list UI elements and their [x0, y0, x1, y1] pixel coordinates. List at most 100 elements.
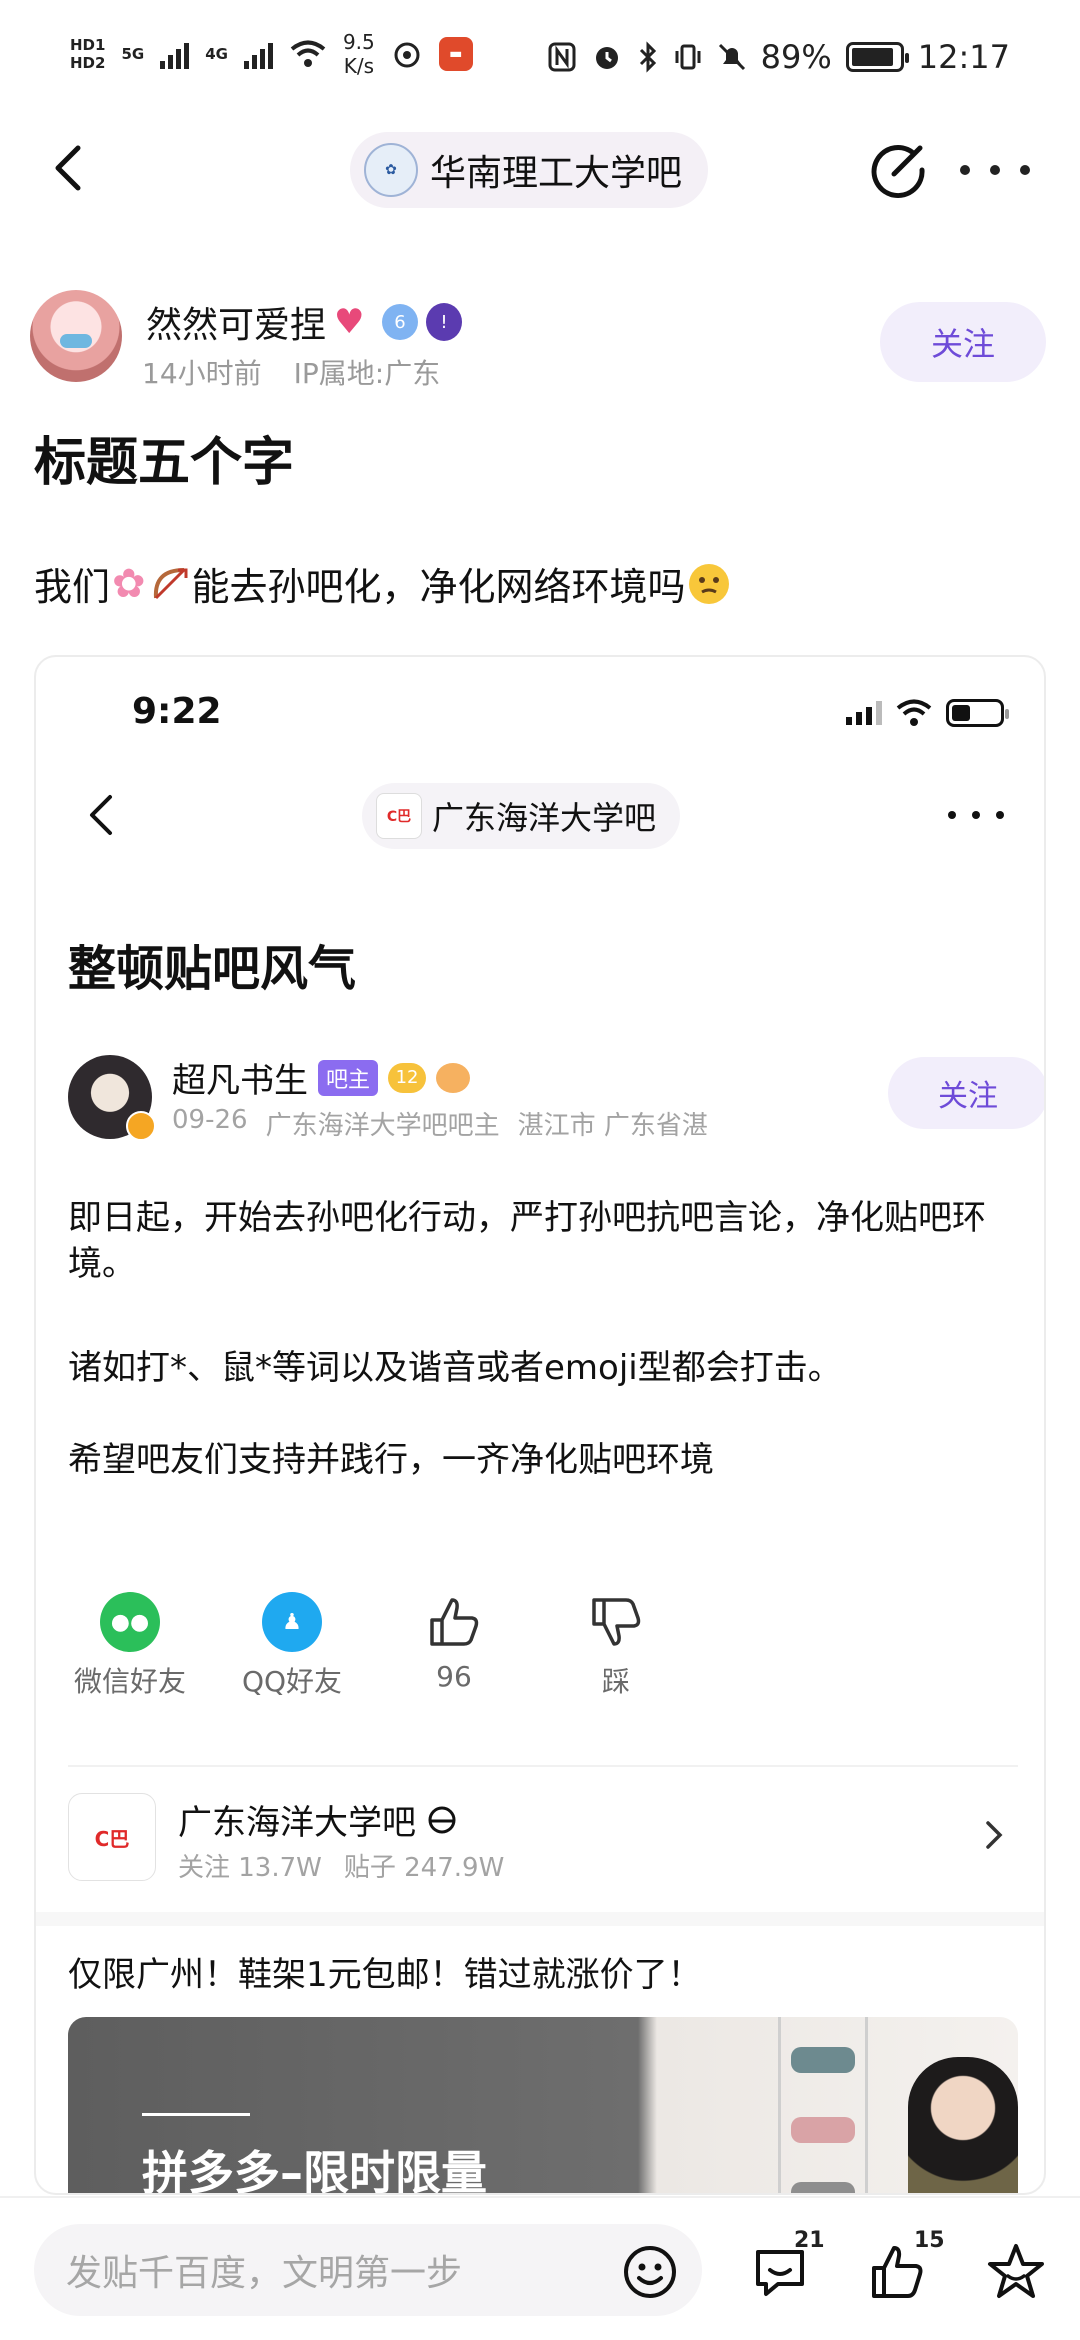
hd-top: HD1: [70, 36, 106, 54]
shot-post-title: 整顿贴吧风气: [68, 941, 357, 997]
shot-dislike-label: 踩: [601, 1665, 630, 1698]
author-name[interactable]: 然然可爱捏: [146, 296, 326, 348]
signal-icon-2: [243, 39, 273, 69]
thumbs-up-icon: [430, 1598, 479, 1646]
ip-location: IP属地:广东: [293, 357, 441, 390]
person-image: [908, 2057, 1018, 2193]
shot-forum-name: 广东海洋大学吧: [432, 799, 657, 837]
bluetooth-icon: [639, 41, 656, 73]
chevron-right-icon: [986, 1821, 1003, 1849]
follow-button[interactable]: 关注: [880, 302, 1046, 382]
level-badge: 6: [382, 304, 419, 340]
shot-date: 09-26: [172, 1105, 248, 1135]
vibrate-icon: [675, 44, 701, 70]
battery-icon: [845, 42, 909, 72]
post-body: 我们 ✿ 能去孙吧化，净化网络环境吗: [34, 556, 732, 611]
speed-value: 9.5: [342, 30, 375, 54]
alarm-icon: [595, 47, 618, 69]
cherry-blossom-icon: ✿: [112, 560, 146, 607]
shot-level-badge: 12: [388, 1062, 427, 1093]
shot-more-icon: [948, 807, 1004, 823]
medal-icon: !: [426, 303, 463, 341]
shot-paragraph-2: 诸如打*、鼠*等词以及谐音或者emoji型都会打击。: [68, 1348, 842, 1388]
share-edit-icon[interactable]: [866, 138, 930, 202]
shot-back-icon: [90, 795, 112, 835]
post-time: 14小时前: [142, 357, 262, 390]
shot-battery-icon: [946, 699, 1009, 727]
shoe-rack-image: [778, 2017, 868, 2193]
shot-role-desc: 广东海洋大学吧吧主: [265, 1111, 500, 1141]
shot-author-meta: 09-26 广东海洋大学吧吧主 湛江市 广东省湛: [172, 1105, 708, 1142]
hd-bottom: HD2: [70, 54, 106, 72]
comment-input[interactable]: 发贴千百度，文明第一步: [34, 2224, 702, 2316]
shot-forum-card-name-row: 广东海洋大学吧: [178, 1795, 458, 1844]
share-qq-label: QQ好友: [241, 1665, 343, 1698]
embedded-screenshot[interactable]: 9:22 C巴 广东海洋大学吧 整顿贴吧风气 超凡书生 吧主 12 09-26 …: [34, 655, 1046, 2195]
share-wechat: ●● 微信好友: [40, 1592, 220, 1700]
shot-location: 湛江市 广东省湛: [517, 1111, 708, 1141]
forum-logo-icon: ✿: [364, 143, 418, 197]
shot-forum-posts: 贴子 247.9W: [343, 1853, 505, 1883]
shot-status-bar: 9:22: [36, 657, 1044, 757]
post-author: 然然可爱捏 ♥ 6 ! 14小时前 IP属地:广东 关注: [30, 290, 1050, 400]
back-arrow-icon[interactable]: [44, 138, 94, 198]
wifi-icon: [290, 40, 326, 67]
ad-banner-text: 拼多多–限时限量: [142, 2146, 487, 2195]
sparkle-heart-icon: ♥: [334, 302, 365, 342]
ad-line: [142, 2113, 250, 2116]
emoji-icon[interactable]: [622, 2244, 678, 2300]
status-left: HD1 HD2 5G 4G 9.5 K/s ▬: [70, 30, 473, 78]
wechat-icon: ●●: [100, 1592, 160, 1652]
shot-paragraph-1: 即日起，开始去孙吧化行动，严打孙吧抗吧言论，净化贴吧环境。: [68, 1198, 986, 1284]
shot-wifi-icon: [896, 699, 932, 726]
top-nav: ✿ 华南理工大学吧: [0, 120, 1080, 220]
thumbs-down-icon: [592, 1598, 641, 1646]
shot-author-name-row: 超凡书生 吧主 12: [172, 1053, 471, 1102]
more-menu-icon[interactable]: [960, 150, 1030, 190]
shot-medal-icon: [436, 1062, 471, 1093]
comment-count: 21: [794, 2228, 825, 2253]
post-title: 标题五个字: [34, 433, 295, 493]
author-meta: 14小时前 IP属地:广东: [142, 352, 440, 392]
network-5g: 5G: [121, 45, 145, 63]
shot-section-gap: [36, 1912, 1044, 1926]
shot-divider: [68, 1765, 1018, 1767]
forum-badge-icon: [428, 1806, 456, 1833]
star-icon[interactable]: [984, 2240, 1048, 2304]
speed-unit: K/s: [343, 54, 374, 78]
ad-title: 仅限广州！鞋架1元包邮！错过就涨价了！: [68, 1955, 702, 1995]
forum-pill[interactable]: ✿ 华南理工大学吧: [350, 132, 709, 208]
thinking-face-icon: [688, 563, 729, 604]
shot-author-name: 超凡书生: [172, 1061, 308, 1101]
battery-percent: 89%: [760, 38, 832, 76]
battery-fill: [851, 48, 893, 66]
shot-forum-card: C巴 广东海洋大学吧 关注 13.7W 贴子 247.9W: [68, 1787, 1018, 1897]
shot-share-row: ●● 微信好友 ♟ QQ好友 96 踩: [36, 1592, 1044, 1722]
signal-icon: [160, 39, 190, 69]
avatar[interactable]: [30, 290, 122, 382]
shot-avatar: [68, 1055, 156, 1141]
forum-name: 华南理工大学吧: [430, 153, 683, 194]
shot-dislike: 踩: [526, 1592, 706, 1700]
share-qq: ♟ QQ好友: [202, 1592, 382, 1700]
mute-bell-icon: [718, 43, 745, 71]
share-wechat-label: 微信好友: [73, 1665, 186, 1698]
shot-like-count: 96: [436, 1660, 472, 1693]
clock: 12:17: [917, 38, 1010, 76]
shot-like: 96: [364, 1592, 544, 1693]
hd-indicator: HD1 HD2: [70, 36, 105, 72]
bottom-bar: 发贴千百度，文明第一步 21 15: [0, 2196, 1080, 2340]
shot-paragraph-3: 希望吧友们支持并践行，一齐净化贴吧环境: [68, 1440, 714, 1480]
shot-follow-button: 关注: [888, 1057, 1044, 1129]
shot-forum-pill: C巴 广东海洋大学吧: [362, 783, 681, 849]
post-body-prefix: 我们: [34, 565, 111, 609]
qq-icon: ♟: [262, 1592, 322, 1652]
shot-time: 9:22: [132, 691, 222, 732]
shot-forum-logo-icon: C巴: [376, 793, 422, 839]
shot-forum-card-name: 广东海洋大学吧: [178, 1803, 416, 1843]
app-badge-icon: ▬: [438, 37, 473, 71]
shot-forum-card-meta: 关注 13.7W 贴子 247.9W: [178, 1847, 504, 1884]
shot-forum-follows: 关注 13.7W: [178, 1853, 322, 1883]
network-4g: 4G: [205, 45, 228, 63]
shot-forum-card-logo-icon: C巴: [68, 1793, 156, 1881]
